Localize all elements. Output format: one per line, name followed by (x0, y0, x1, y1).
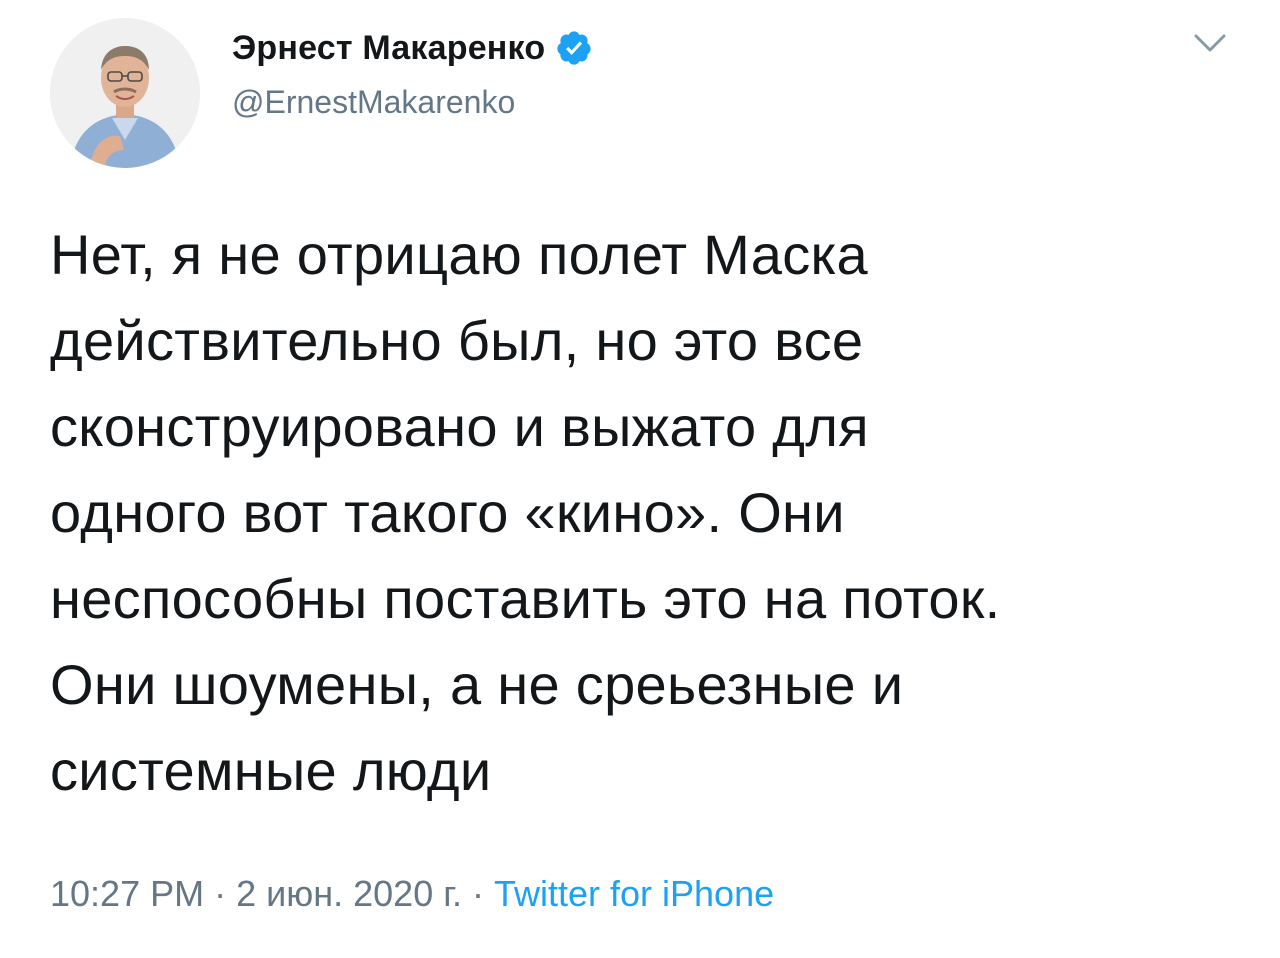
meta-separator: · (471, 873, 484, 914)
author-name-row: Эрнест Макаренко (232, 26, 593, 70)
tweet-date[interactable]: 2 июн. 2020 г. (236, 873, 462, 914)
avatar[interactable] (50, 18, 200, 168)
author-display-name[interactable]: Эрнест Макаренко (232, 29, 545, 68)
tweet-source-link[interactable]: Twitter for iPhone (494, 873, 774, 914)
tweet-card: Эрнест Макаренко @ErnestMakarenko Нет, я… (0, 0, 1280, 958)
tweet-time[interactable]: 10:27 PM (50, 873, 204, 914)
verified-badge-icon (555, 29, 593, 67)
avatar-image (50, 18, 200, 168)
tweet-text: Нет, я не отрицаю полет Маска действител… (50, 223, 1001, 802)
author-handle[interactable]: @ErnestMakarenko (232, 84, 593, 121)
author-block: Эрнест Макаренко @ErnestMakarenko (232, 26, 593, 121)
chevron-down-icon[interactable] (1190, 28, 1230, 58)
tweet-meta: 10:27 PM · 2 июн. 2020 г. · Twitter for … (50, 873, 774, 915)
meta-separator: · (214, 873, 227, 914)
